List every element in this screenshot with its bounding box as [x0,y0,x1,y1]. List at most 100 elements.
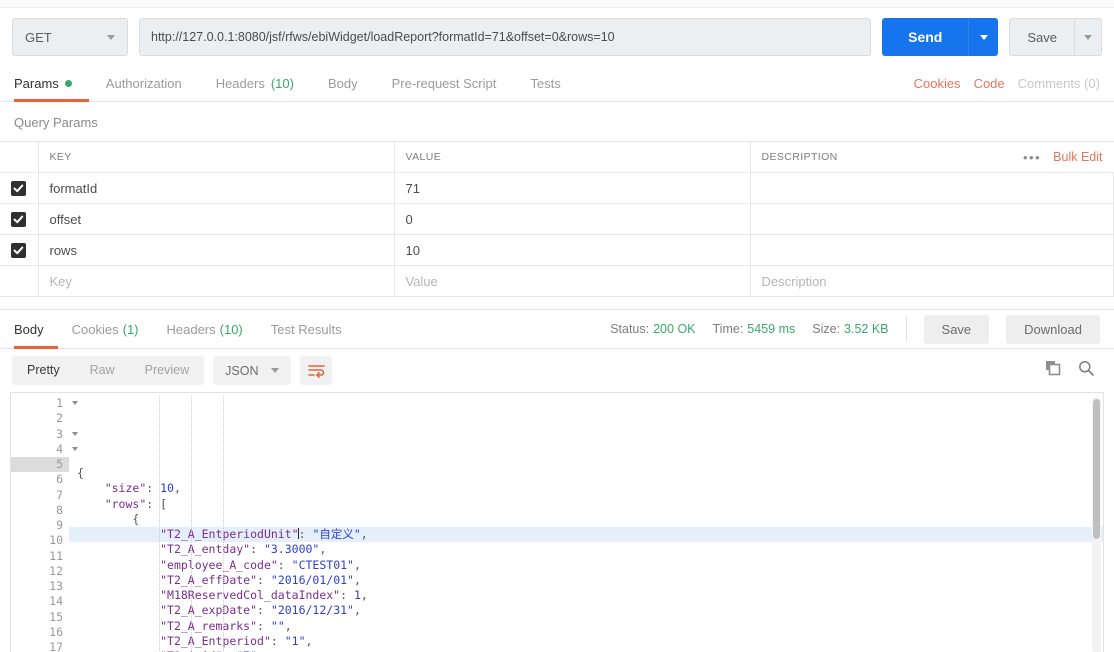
chevron-down-icon [1084,34,1092,40]
param-description[interactable] [749,172,1114,204]
view-mode-preview[interactable]: Preview [130,356,204,385]
code-token: "CTEST01" [291,557,354,572]
code-line: { [69,466,1103,481]
search-button[interactable] [1078,360,1094,381]
code-token: , [360,588,368,602]
tab-pre-request-script[interactable]: Pre-request Script [375,66,514,101]
code-token: , [319,542,327,557]
param-value[interactable]: 10 [393,234,751,266]
row-checkbox[interactable] [11,212,26,228]
wrap-lines-button[interactable] [300,356,333,385]
save-response-button[interactable]: Save [923,314,990,344]
tab-body[interactable]: Body [311,66,375,101]
send-button[interactable]: Send [882,18,969,56]
param-key[interactable]: formatId [37,172,395,204]
body-format-toolbar: Pretty Raw Preview JSON [0,349,1114,392]
code-line-number: 4 [11,442,78,457]
code-line: { [69,512,1103,527]
code-line: "M18ReservedCol_dataIndex": 1, [69,588,1103,603]
table-row: offset 0 [0,203,1114,235]
code-token: : [298,527,313,541]
view-mode-raw[interactable]: Raw [75,356,130,385]
code-token: "1" [284,633,306,648]
new-param-key-input[interactable]: Key [37,265,395,297]
response-tab-headers[interactable]: Headers (10) [153,310,257,348]
window-top-strip [0,0,1114,8]
code-line: "T2_A_remarks": "", [69,619,1103,634]
code-token: 10 [160,481,174,496]
send-options-button[interactable] [968,18,999,56]
response-tab-cookies[interactable]: Cookies (1) [58,310,153,348]
save-options-button[interactable] [1074,18,1102,56]
code-scrollbar-track[interactable] [1092,397,1101,652]
code-link[interactable]: Code [974,76,1005,91]
tab-tests[interactable]: Tests [513,66,577,101]
param-key[interactable]: rows [37,234,395,266]
code-token: "T2_A_Entperiod" [160,633,271,648]
more-options-icon[interactable]: ••• [1023,151,1041,164]
param-description[interactable] [749,234,1114,266]
http-method-select[interactable]: GET [12,18,128,56]
view-mode-pretty[interactable]: Pretty [12,356,75,385]
response-body-viewer: 12345678910111213141516171819 { "size": … [10,392,1104,652]
bulk-edit-button[interactable]: Bulk Edit [1053,150,1102,164]
tab-label: Headers [215,76,265,91]
row-checkbox-cell [0,234,39,266]
chevron-down-icon [107,34,115,40]
code-line: "T2_A_Entperiod": "1", [69,634,1103,649]
copy-button[interactable] [1045,360,1061,381]
tab-authorization[interactable]: Authorization [89,66,199,101]
code-line-number: 2 [56,411,63,426]
tab-label: Tests [530,76,561,91]
code-scrollbar-thumb[interactable] [1093,399,1100,539]
code-line-number: 8 [56,502,63,517]
code-token: , [360,527,368,541]
divider [905,316,907,342]
column-header-key: KEY [37,141,395,173]
code-line-number: 12 [49,563,63,578]
new-param-description-input[interactable]: Description [749,265,1114,297]
tab-params[interactable]: Params [14,66,89,102]
code-token: : [340,588,354,602]
download-response-button[interactable]: Download [1006,314,1100,344]
code-token: : [277,557,292,572]
comments-link[interactable]: Comments (0) [1018,76,1100,91]
code-content[interactable]: { "size": 10, "rows": [ { "T2_A_Entperio… [69,393,1103,652]
tab-label: Pre-request Script [391,76,497,91]
body-format-select[interactable]: JSON [213,356,292,385]
code-token: "2016/01/01" [270,572,354,587]
request-url-input[interactable]: http://127.0.0.1:8080/jsf/rfws/ebiWidget… [139,18,872,56]
row-checkbox[interactable] [11,181,26,197]
code-token: "T2_A_remarks" [160,618,258,633]
code-gutter: 12345678910111213141516171819 [11,393,78,652]
row-checkbox-cell [0,265,39,297]
code-token: "M18ReservedCol_dataIndex" [160,588,341,602]
column-header-description: DESCRIPTION ••• Bulk Edit [749,141,1114,173]
code-token: : [257,618,271,633]
response-tab-test-results[interactable]: Test Results [257,310,356,348]
body-toolbar-actions [1045,360,1102,381]
status-badge: Status: 200 OK [610,322,695,336]
tab-label: Headers [166,321,216,337]
request-url-text: http://127.0.0.1:8080/jsf/rfws/ebiWidget… [151,30,615,44]
tab-headers[interactable]: Headers (10) [199,66,311,101]
param-value[interactable]: 71 [393,172,751,204]
param-key[interactable]: offset [37,203,395,235]
size-badge: Size: 3.52 KB [812,322,888,336]
code-line: "T2_A_EntperiodUnit": "自定义", [69,527,1103,543]
cookies-link[interactable]: Cookies [914,76,961,91]
row-checkbox[interactable] [11,243,26,259]
response-tab-body[interactable]: Body [14,310,58,349]
save-request-button[interactable]: Save [1009,18,1074,56]
code-line-number: 1 [11,396,78,411]
code-token: : [257,572,271,587]
code-token: : [ [146,496,168,511]
param-value[interactable]: 0 [393,203,751,235]
code-line-number: 6 [56,472,63,487]
chevron-down-icon [979,34,988,40]
request-url-bar: GET http://127.0.0.1:8080/jsf/rfws/ebiWi… [0,8,1114,66]
code-line-number: 17 [49,640,63,652]
new-param-value-input[interactable]: Value [393,265,751,297]
tab-label: Authorization [105,76,182,91]
param-description[interactable] [749,203,1114,235]
